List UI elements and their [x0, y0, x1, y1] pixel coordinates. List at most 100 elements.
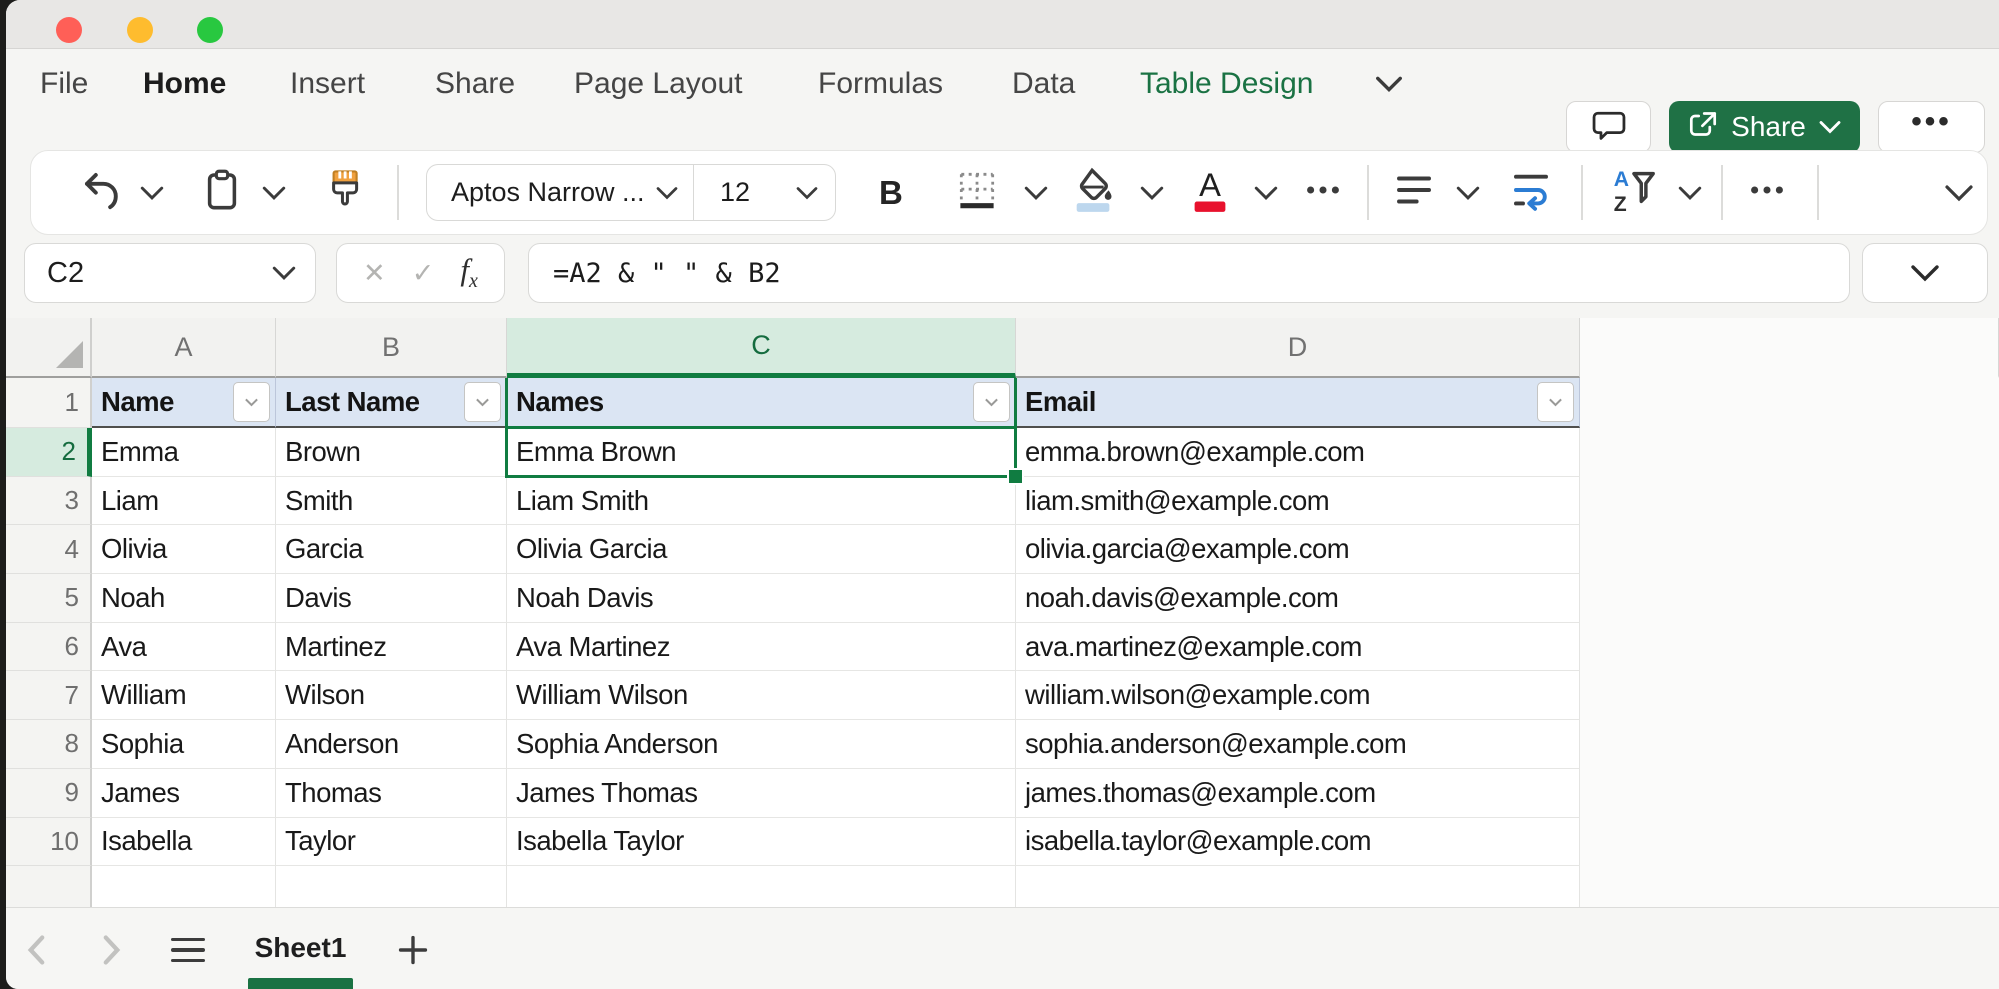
row-number-10[interactable]: 10	[6, 818, 92, 867]
add-sheet-button[interactable]	[391, 930, 435, 970]
fill-color-button[interactable]	[1069, 151, 1119, 234]
tab-home[interactable]: Home	[143, 49, 226, 119]
column-header-B[interactable]: B	[276, 318, 507, 378]
cell-B7[interactable]: Wilson	[276, 671, 507, 720]
previous-sheet-button[interactable]	[18, 932, 54, 968]
row-number-2[interactable]: 2	[6, 428, 92, 477]
row-number-6[interactable]: 6	[6, 623, 92, 672]
cell-D6[interactable]: ava.martinez@example.com	[1016, 623, 1580, 672]
column-header-A[interactable]: A	[92, 318, 276, 378]
zoom-window-button[interactable]	[197, 17, 223, 43]
tab-file[interactable]: File	[40, 49, 88, 119]
tabs-overflow-chevron-icon[interactable]	[1374, 73, 1404, 100]
cell-B6[interactable]: Martinez	[276, 623, 507, 672]
cell-C2[interactable]: Emma Brown	[507, 428, 1016, 477]
insert-function-icon[interactable]: fx	[460, 252, 478, 293]
confirm-entry-icon[interactable]: ✓	[412, 258, 435, 289]
tab-page-layout[interactable]: Page Layout	[574, 49, 742, 119]
alignment-button[interactable]	[1391, 151, 1437, 234]
filter-button-names[interactable]	[973, 382, 1010, 422]
format-painter-button[interactable]	[323, 151, 369, 234]
font-size-select[interactable]: 12	[693, 164, 836, 221]
sheet-tab-sheet1[interactable]: Sheet1	[248, 920, 353, 976]
cell-C6[interactable]: Ava Martinez	[507, 623, 1016, 672]
collapse-ribbon-chevron-icon[interactable]	[1943, 151, 1975, 234]
row-number-5[interactable]: 5	[6, 574, 92, 623]
filter-button-last-name[interactable]	[464, 382, 501, 422]
paste-button[interactable]	[199, 151, 245, 234]
more-font-options-button[interactable]	[1299, 151, 1347, 234]
next-sheet-button[interactable]	[94, 932, 130, 968]
cell-A9[interactable]: James	[92, 769, 276, 818]
sort-filter-button[interactable]: AZ	[1607, 151, 1659, 234]
cell-B2[interactable]: Brown	[276, 428, 507, 477]
cell-D7[interactable]: william.wilson@example.com	[1016, 671, 1580, 720]
cell-C3[interactable]: Liam Smith	[507, 477, 1016, 526]
row-number-7[interactable]: 7	[6, 671, 92, 720]
cell-C10[interactable]: Isabella Taylor	[507, 818, 1016, 867]
paste-dropdown-chevron-icon[interactable]	[261, 151, 287, 234]
fill-handle[interactable]	[1007, 468, 1024, 485]
more-options-button[interactable]: •••	[1878, 101, 1985, 153]
cell-C5[interactable]: Noah Davis	[507, 574, 1016, 623]
header-cell-A1[interactable]: Name	[92, 378, 276, 428]
cell-D5[interactable]: noah.davis@example.com	[1016, 574, 1580, 623]
fill-color-chevron-icon[interactable]	[1139, 151, 1165, 234]
expand-formula-bar-button[interactable]	[1862, 243, 1988, 303]
row-number-4[interactable]: 4	[6, 525, 92, 574]
cell-A4[interactable]: Olivia	[92, 525, 276, 574]
undo-dropdown-chevron-icon[interactable]	[139, 151, 165, 234]
cell-A7[interactable]: William	[92, 671, 276, 720]
cell-empty[interactable]	[1016, 866, 1580, 908]
cancel-entry-icon[interactable]: ✕	[363, 258, 386, 289]
row-number-9[interactable]: 9	[6, 769, 92, 818]
borders-chevron-icon[interactable]	[1023, 151, 1049, 234]
cell-B9[interactable]: Thomas	[276, 769, 507, 818]
cell-empty[interactable]	[92, 866, 276, 908]
name-box[interactable]: C2	[24, 243, 316, 303]
cell-A5[interactable]: Noah	[92, 574, 276, 623]
tab-formulas[interactable]: Formulas	[818, 49, 943, 119]
cell-D8[interactable]: sophia.anderson@example.com	[1016, 720, 1580, 769]
cell-B5[interactable]: Davis	[276, 574, 507, 623]
tab-share[interactable]: Share	[435, 49, 515, 119]
alignment-chevron-icon[interactable]	[1455, 151, 1481, 234]
cell-D2[interactable]: emma.brown@example.com	[1016, 428, 1580, 477]
filter-button-name[interactable]	[233, 382, 270, 422]
header-cell-C1[interactable]: Names	[507, 378, 1016, 428]
cell-C8[interactable]: Sophia Anderson	[507, 720, 1016, 769]
font-color-chevron-icon[interactable]	[1253, 151, 1279, 234]
cell-C4[interactable]: Olivia Garcia	[507, 525, 1016, 574]
row-number-3[interactable]: 3	[6, 477, 92, 526]
tab-data[interactable]: Data	[1012, 49, 1075, 119]
select-all-corner[interactable]	[6, 318, 92, 378]
row-number-8[interactable]: 8	[6, 720, 92, 769]
column-header-D[interactable]: D	[1016, 318, 1580, 378]
cell-D9[interactable]: james.thomas@example.com	[1016, 769, 1580, 818]
filter-button-email[interactable]	[1537, 382, 1574, 422]
cell-C9[interactable]: James Thomas	[507, 769, 1016, 818]
more-toolbar-options-button[interactable]	[1743, 151, 1791, 234]
borders-button[interactable]	[953, 151, 1001, 234]
cell-D10[interactable]: isabella.taylor@example.com	[1016, 818, 1580, 867]
comments-button[interactable]	[1566, 101, 1651, 153]
undo-button[interactable]	[79, 151, 125, 234]
formula-bar-input[interactable]: =A2 & " " & B2	[528, 243, 1850, 303]
close-window-button[interactable]	[56, 17, 82, 43]
cell-B4[interactable]: Garcia	[276, 525, 507, 574]
cell-A6[interactable]: Ava	[92, 623, 276, 672]
cell-A3[interactable]: Liam	[92, 477, 276, 526]
tab-insert[interactable]: Insert	[290, 49, 365, 119]
font-color-button[interactable]: A	[1185, 151, 1235, 234]
cell-B8[interactable]: Anderson	[276, 720, 507, 769]
cell-D4[interactable]: olivia.garcia@example.com	[1016, 525, 1580, 574]
minimize-window-button[interactable]	[127, 17, 153, 43]
cell-B10[interactable]: Taylor	[276, 818, 507, 867]
cell-A10[interactable]: Isabella	[92, 818, 276, 867]
tab-table-design[interactable]: Table Design	[1140, 49, 1313, 119]
all-sheets-menu-button[interactable]	[168, 930, 208, 970]
cell-empty[interactable]	[276, 866, 507, 908]
cell-empty[interactable]	[507, 866, 1016, 908]
cell-C7[interactable]: William Wilson	[507, 671, 1016, 720]
cell-A2[interactable]: Emma	[92, 428, 276, 477]
